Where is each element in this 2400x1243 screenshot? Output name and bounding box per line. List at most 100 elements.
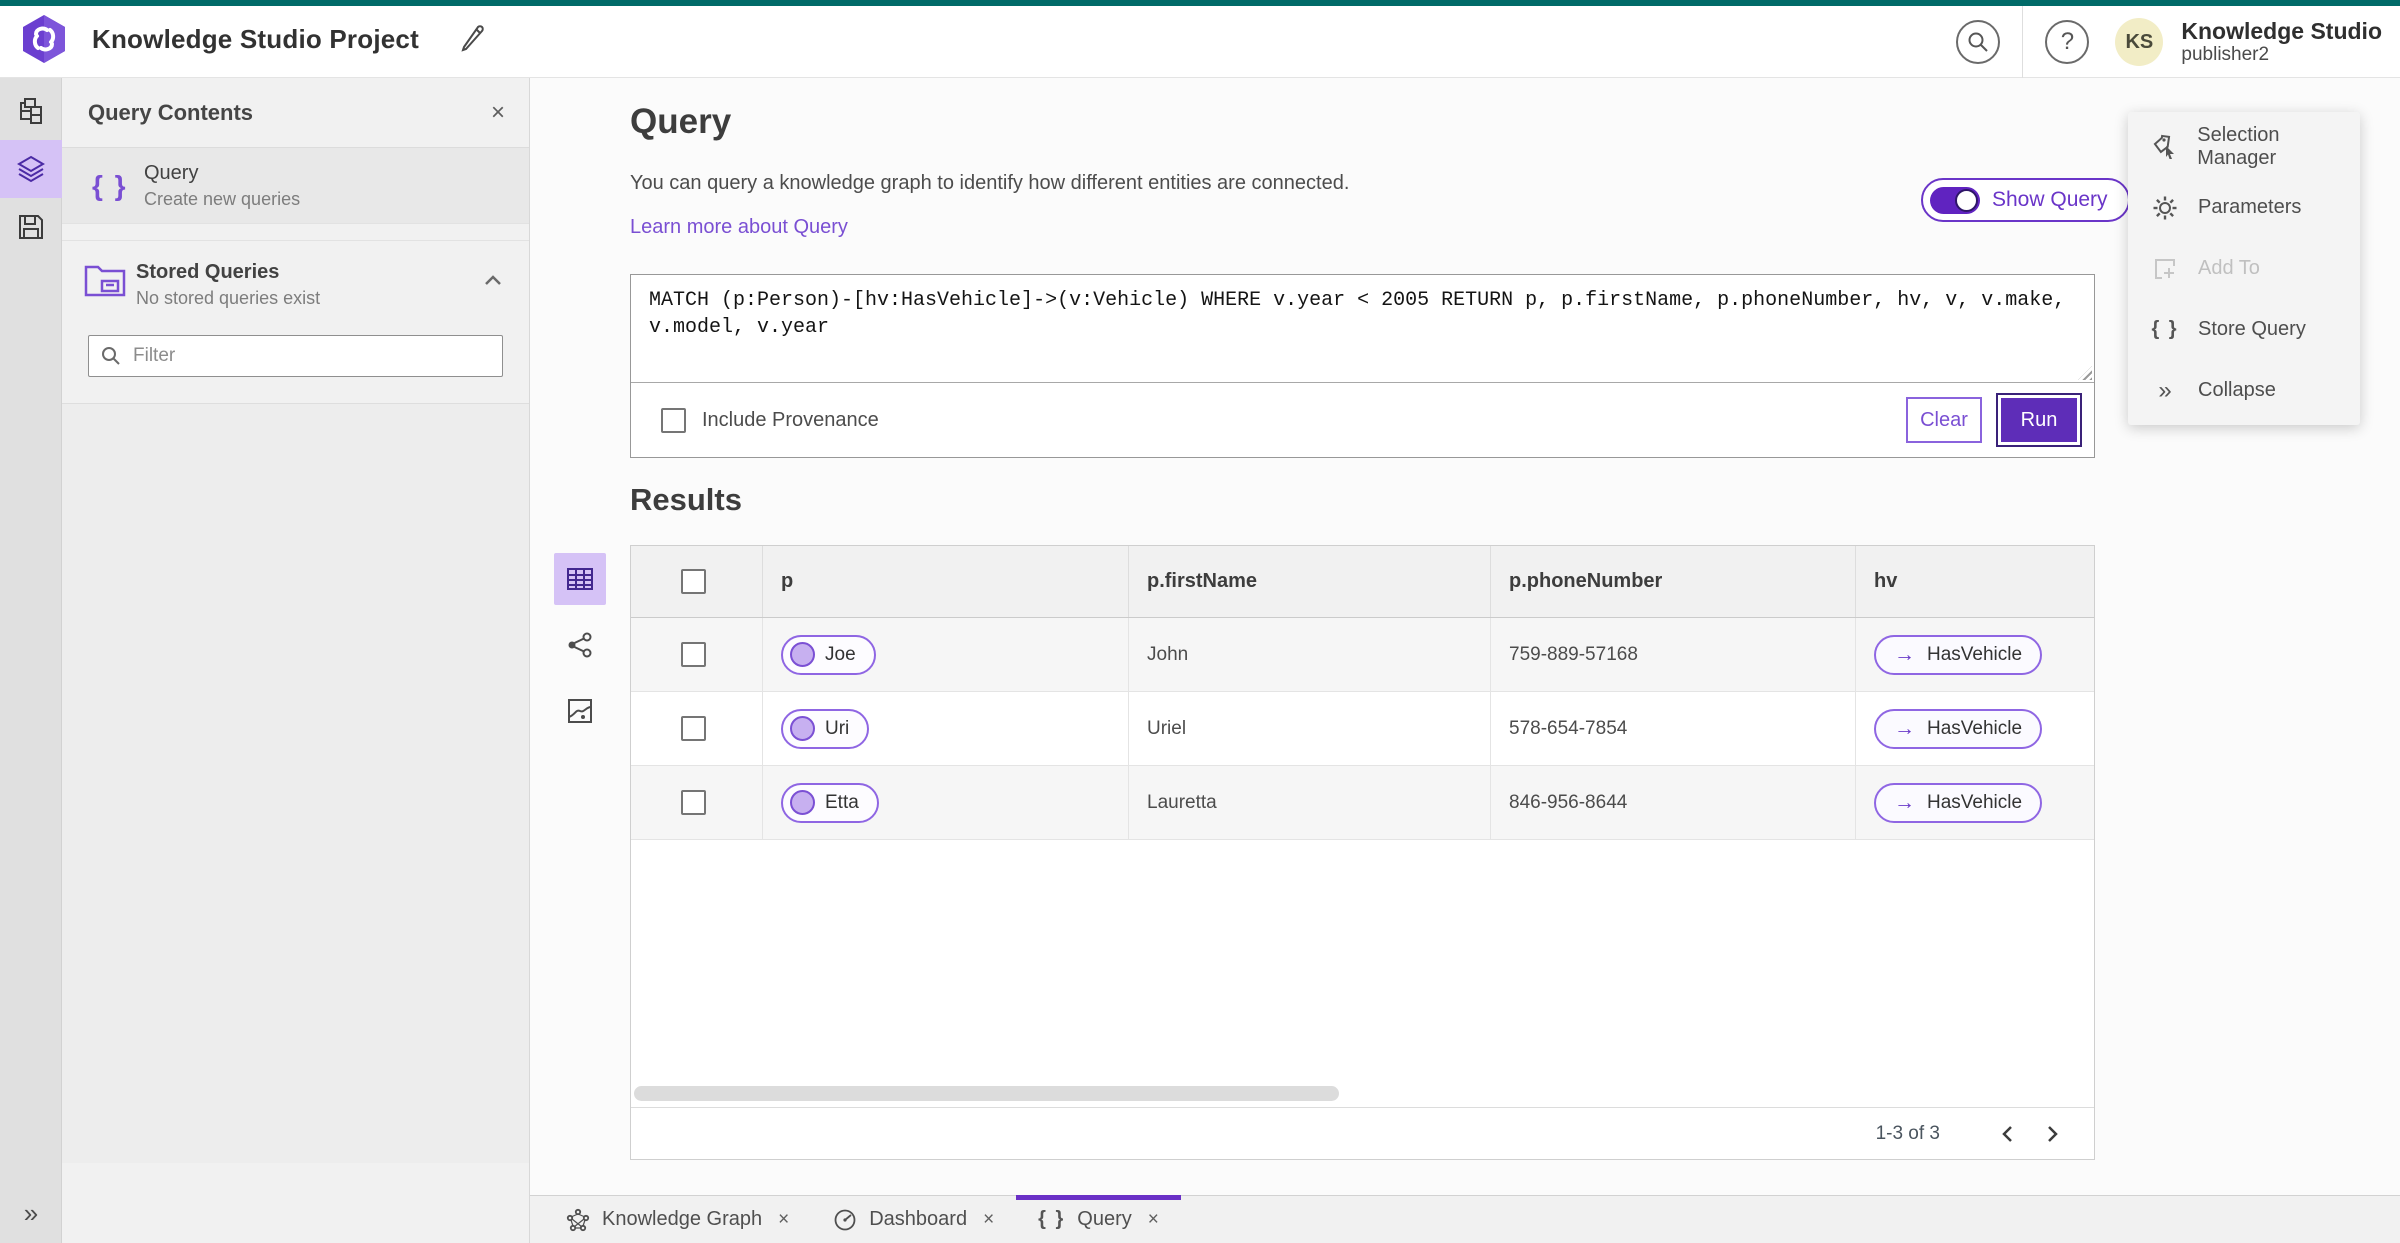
pagination-range-label: 1-3 of 3 xyxy=(1875,1122,1940,1144)
table-row[interactable]: Uri Uriel 578-654-7854 → HasVehicle xyxy=(631,692,2094,766)
column-header-hv[interactable]: hv xyxy=(1856,546,2094,617)
tab-knowledge-graph[interactable]: Knowledge Graph × xyxy=(544,1196,811,1243)
run-button[interactable]: Run xyxy=(1996,393,2082,447)
graph-view-button[interactable] xyxy=(554,619,606,671)
tab-close-icon[interactable]: × xyxy=(778,1209,789,1231)
cell-phonenumber: 846-956-8644 xyxy=(1491,766,1856,839)
account-info[interactable]: Knowledge Studio publisher2 xyxy=(2181,18,2382,66)
prev-page-button[interactable] xyxy=(1986,1114,2030,1154)
tab-query[interactable]: { } Query × xyxy=(1016,1195,1181,1243)
link-chart-icon xyxy=(568,632,592,658)
menu-item-store-query[interactable]: { } Store Query xyxy=(2128,299,2360,360)
query-contents-panel: Query Contents × { } Query Create new qu… xyxy=(62,78,530,1243)
table-row[interactable]: Etta Lauretta 846-956-8644 → HasVehicle xyxy=(631,766,2094,840)
column-header-firstname[interactable]: p.firstName xyxy=(1129,546,1491,617)
clear-button[interactable]: Clear xyxy=(1906,397,1982,443)
expand-rail-button[interactable]: » xyxy=(0,1198,62,1229)
filter-search-icon xyxy=(102,347,120,365)
data-model-rail-button[interactable] xyxy=(0,82,62,140)
header-checkbox-cell xyxy=(631,546,763,617)
cell-firstname: John xyxy=(1129,618,1491,691)
page-description: You can query a knowledge graph to ident… xyxy=(630,172,1350,194)
header-divider xyxy=(2022,6,2024,78)
column-header-phonenumber[interactable]: p.phoneNumber xyxy=(1491,546,1856,617)
panel-close-icon[interactable]: × xyxy=(491,100,505,125)
tab-close-icon[interactable]: × xyxy=(1148,1209,1159,1231)
table-view-button[interactable] xyxy=(554,553,606,605)
top-bar: Knowledge Studio Project ? KS Knowledge … xyxy=(0,0,2400,78)
row-checkbox[interactable] xyxy=(681,642,706,667)
knowledge-studio-app: Knowledge Studio Project ? KS Knowledge … xyxy=(0,0,2400,1243)
avatar[interactable]: KS xyxy=(2115,18,2164,66)
map-view-button[interactable] xyxy=(554,685,606,737)
show-query-toggle[interactable]: Show Query xyxy=(1921,178,2130,222)
contents-rail-button[interactable] xyxy=(0,140,62,198)
relationship-label: HasVehicle xyxy=(1927,717,2023,739)
filter-input[interactable] xyxy=(133,345,490,367)
help-button[interactable]: ? xyxy=(2045,20,2090,64)
menu-item-parameters[interactable]: Parameters xyxy=(2128,177,2360,238)
menu-item-label: Store Query xyxy=(2198,318,2306,340)
help-icon: ? xyxy=(2060,28,2075,55)
tab-dashboard[interactable]: Dashboard × xyxy=(811,1196,1016,1243)
edit-title-icon[interactable] xyxy=(457,24,487,54)
gear-icon xyxy=(2150,195,2180,221)
cell-firstname: Lauretta xyxy=(1129,766,1491,839)
stored-queries-subtitle: No stored queries exist xyxy=(136,288,321,308)
chevron-up-icon[interactable] xyxy=(481,269,505,293)
table-row[interactable]: Joe John 759-889-57168 → HasVehicle xyxy=(631,618,2094,692)
panel-title: Query Contents xyxy=(88,99,254,125)
layers-icon xyxy=(17,155,45,183)
query-text-area-wrap: MATCH (p:Person)-[hv:HasVehicle]->(v:Veh… xyxy=(631,275,2094,383)
stored-queries-texts: Stored Queries No stored queries exist xyxy=(136,261,481,309)
relationship-pill[interactable]: → HasVehicle xyxy=(1874,708,2043,749)
table-pagination: 1-3 of 3 xyxy=(631,1107,2094,1159)
toggle-switch-on[interactable] xyxy=(1930,186,1980,214)
select-all-checkbox[interactable] xyxy=(681,569,706,594)
row-checkbox[interactable] xyxy=(681,790,706,815)
row-checkbox[interactable] xyxy=(681,716,706,741)
add-to-icon xyxy=(2150,256,2180,282)
entity-pill[interactable]: Joe xyxy=(781,634,876,675)
top-bar-right: ? KS Knowledge Studio publisher2 xyxy=(1956,6,2382,78)
column-header-p[interactable]: p xyxy=(763,546,1129,617)
show-query-label: Show Query xyxy=(1992,188,2108,211)
include-provenance[interactable]: Include Provenance xyxy=(661,407,879,433)
panel-item-query[interactable]: { } Query Create new queries xyxy=(62,148,529,224)
results-title: Results xyxy=(630,482,742,517)
horizontal-scrollbar-thumb[interactable] xyxy=(634,1086,1339,1101)
resize-grip[interactable] xyxy=(2078,366,2092,380)
dashboard-gauge-icon xyxy=(834,1209,856,1230)
search-button[interactable] xyxy=(1956,20,2001,64)
knowledge-graph-icon xyxy=(566,1208,590,1231)
bottom-tab-bar: Knowledge Graph × Dashboard × { } Query … xyxy=(530,1195,2400,1243)
arrow-right-icon: → xyxy=(1894,716,1915,740)
stored-queries-section[interactable]: Stored Queries No stored queries exist xyxy=(62,240,529,309)
braces-icon: { } xyxy=(2151,318,2179,340)
learn-more-link[interactable]: Learn more about Query xyxy=(630,216,848,239)
search-icon xyxy=(1968,32,1989,52)
relationship-pill[interactable]: → HasVehicle xyxy=(1874,634,2043,675)
tab-label: Query xyxy=(1077,1208,1132,1230)
menu-item-label: Collapse xyxy=(2198,379,2276,401)
menu-item-selection-manager[interactable]: Selection Manager xyxy=(2128,116,2360,177)
menu-item-collapse[interactable]: » Collapse xyxy=(2128,360,2360,421)
include-provenance-checkbox[interactable] xyxy=(661,407,686,433)
panel-header: Query Contents × xyxy=(62,78,529,148)
entity-pill[interactable]: Etta xyxy=(781,782,879,823)
tab-close-icon[interactable]: × xyxy=(983,1209,994,1231)
query-editor-footer: Include Provenance Clear Run xyxy=(631,383,2094,457)
entity-label: Etta xyxy=(825,791,859,813)
entity-dot-icon xyxy=(790,716,815,741)
map-view-icon xyxy=(568,699,592,723)
toggle-knob xyxy=(1955,188,1978,212)
chevron-right-icon xyxy=(2048,1125,2058,1142)
relationship-pill[interactable]: → HasVehicle xyxy=(1874,782,2043,823)
entity-pill[interactable]: Uri xyxy=(781,708,870,749)
relationship-label: HasVehicle xyxy=(1927,791,2023,813)
save-rail-button[interactable] xyxy=(0,198,62,256)
save-icon xyxy=(19,215,43,239)
next-page-button[interactable] xyxy=(2030,1114,2074,1154)
query-textarea[interactable]: MATCH (p:Person)-[hv:HasVehicle]->(v:Veh… xyxy=(649,287,2076,370)
query-item-subtitle: Create new queries xyxy=(144,188,301,209)
